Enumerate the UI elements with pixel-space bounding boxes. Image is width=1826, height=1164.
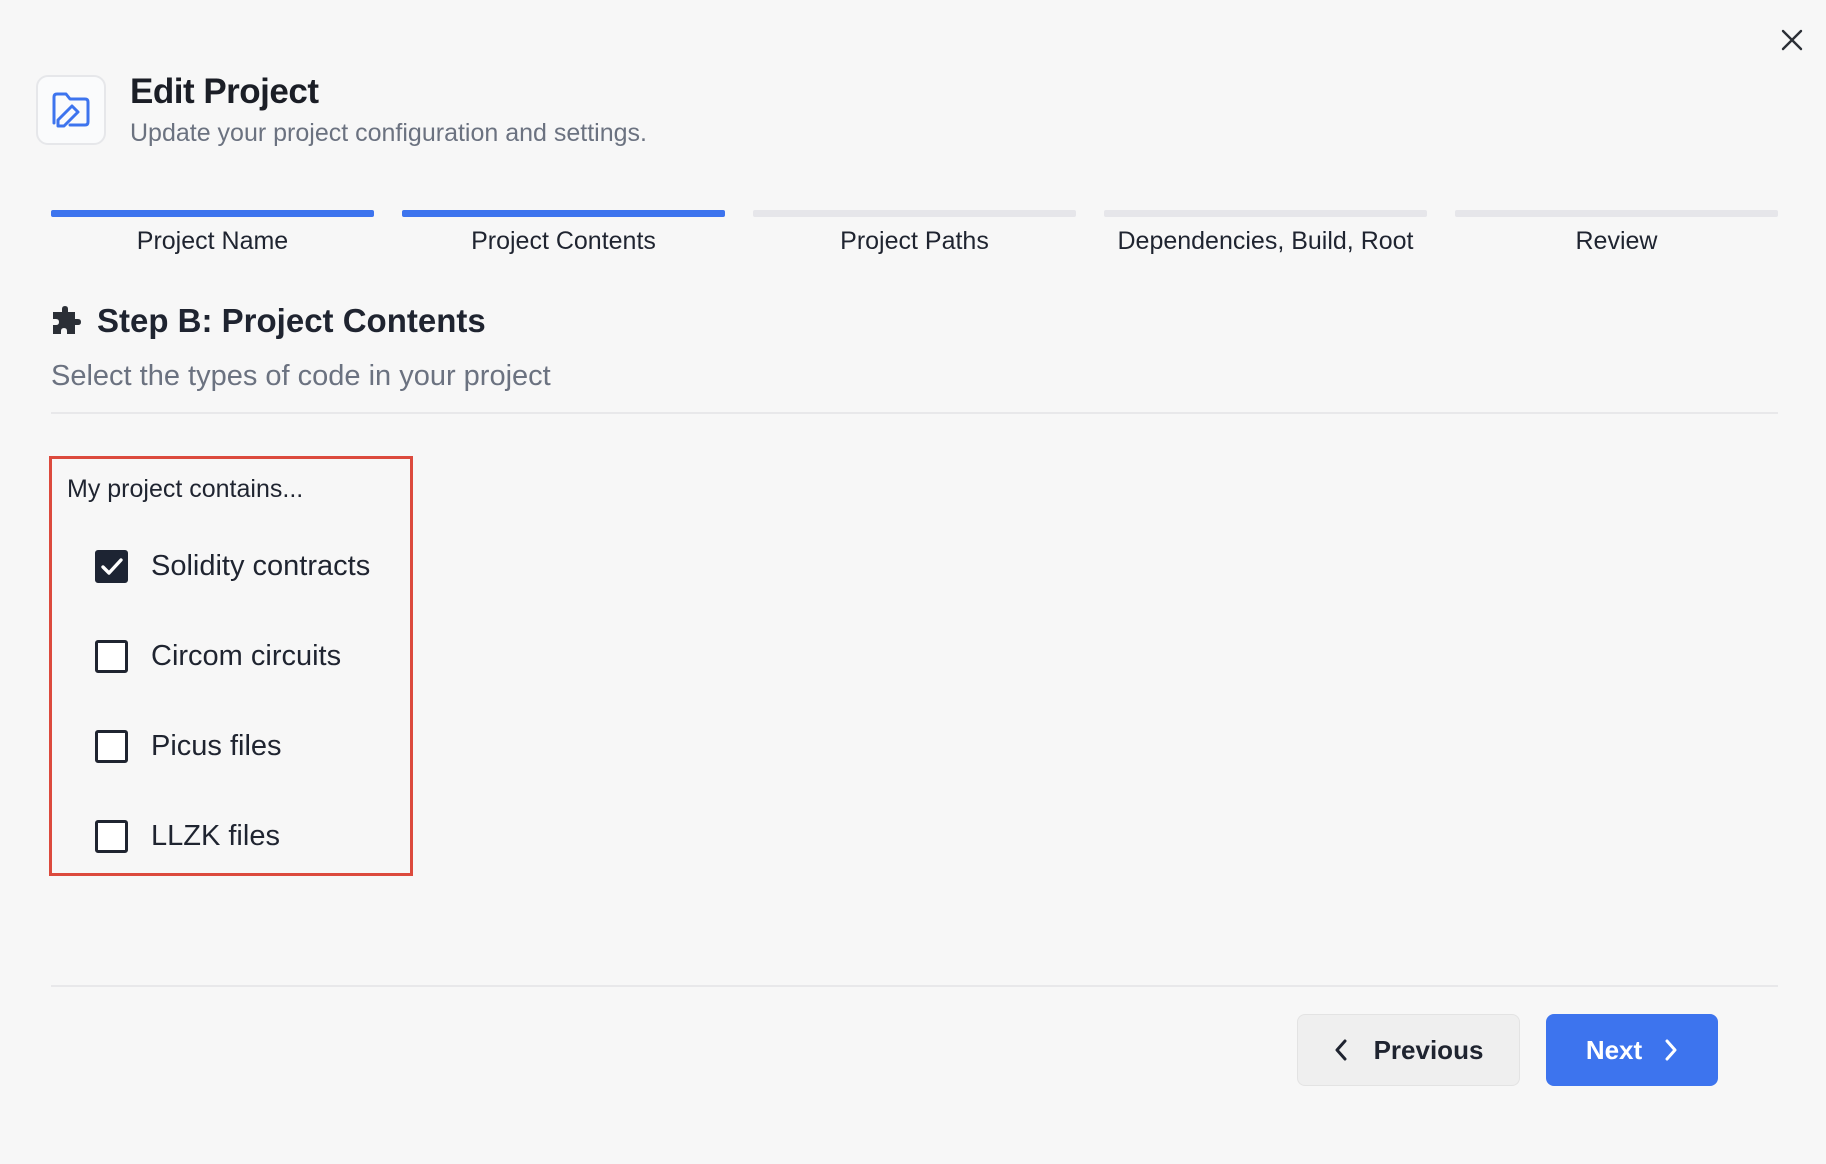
step-dependencies[interactable]: Dependencies, Build, Root bbox=[1104, 210, 1427, 256]
step-project-paths[interactable]: Project Paths bbox=[753, 210, 1076, 256]
step-progress-bar bbox=[1455, 210, 1778, 217]
close-icon bbox=[1781, 29, 1803, 51]
step-label: Review bbox=[1575, 227, 1658, 255]
option-label: LLZK files bbox=[151, 820, 280, 852]
step-progress-bar bbox=[402, 210, 725, 217]
chevron-right-icon bbox=[1665, 1039, 1677, 1061]
step-label: Project Name bbox=[136, 227, 289, 255]
step-label: Dependencies, Build, Root bbox=[1117, 227, 1414, 255]
contents-label: My project contains... bbox=[67, 475, 304, 503]
check-icon bbox=[100, 557, 123, 575]
option-circom-circuits[interactable]: Circom circuits bbox=[95, 640, 341, 673]
option-solidity-contracts[interactable]: Solidity contracts bbox=[95, 550, 370, 583]
step-label: Project Contents bbox=[471, 227, 656, 255]
next-button[interactable]: Next bbox=[1546, 1014, 1718, 1086]
step-project-name[interactable]: Project Name bbox=[51, 210, 374, 256]
dialog-subtitle: Update your project configuration and se… bbox=[130, 119, 647, 147]
step-project-contents[interactable]: Project Contents bbox=[402, 210, 725, 256]
dialog-title: Edit Project bbox=[130, 72, 319, 111]
option-llzk-files[interactable]: LLZK files bbox=[95, 820, 280, 853]
option-picus-files[interactable]: Picus files bbox=[95, 730, 282, 763]
close-button[interactable] bbox=[1774, 22, 1810, 58]
project-contents-group: My project contains... Solidity contract… bbox=[49, 456, 413, 876]
previous-button[interactable]: Previous bbox=[1297, 1014, 1520, 1086]
section-subtitle: Select the types of code in your project bbox=[51, 360, 551, 392]
circom-checkbox[interactable] bbox=[95, 640, 128, 673]
option-label: Solidity contracts bbox=[151, 550, 371, 582]
step-progress-bar bbox=[753, 210, 1076, 217]
solidity-checkbox[interactable] bbox=[95, 550, 128, 583]
folder-edit-icon bbox=[36, 75, 106, 145]
section-title: Step B: Project Contents bbox=[97, 302, 486, 339]
section-divider bbox=[51, 412, 1778, 414]
puzzle-icon bbox=[53, 306, 81, 334]
step-review[interactable]: Review bbox=[1455, 210, 1778, 256]
llzk-checkbox[interactable] bbox=[95, 820, 128, 853]
footer-divider bbox=[51, 985, 1778, 987]
picus-checkbox[interactable] bbox=[95, 730, 128, 763]
step-progress-bar bbox=[1104, 210, 1427, 217]
previous-label: Previous bbox=[1373, 1034, 1484, 1065]
dialog-header: Edit Project Update your project configu… bbox=[36, 72, 647, 148]
stepper: Project Name Project Contents Project Pa… bbox=[51, 210, 1778, 256]
next-label: Next bbox=[1585, 1034, 1643, 1065]
chevron-left-icon bbox=[1335, 1039, 1347, 1061]
section-heading: Step B: Project Contents bbox=[51, 300, 486, 342]
option-label: Picus files bbox=[151, 730, 282, 762]
step-progress-bar bbox=[51, 210, 374, 217]
step-label: Project Paths bbox=[840, 227, 989, 255]
option-label: Circom circuits bbox=[151, 640, 342, 672]
